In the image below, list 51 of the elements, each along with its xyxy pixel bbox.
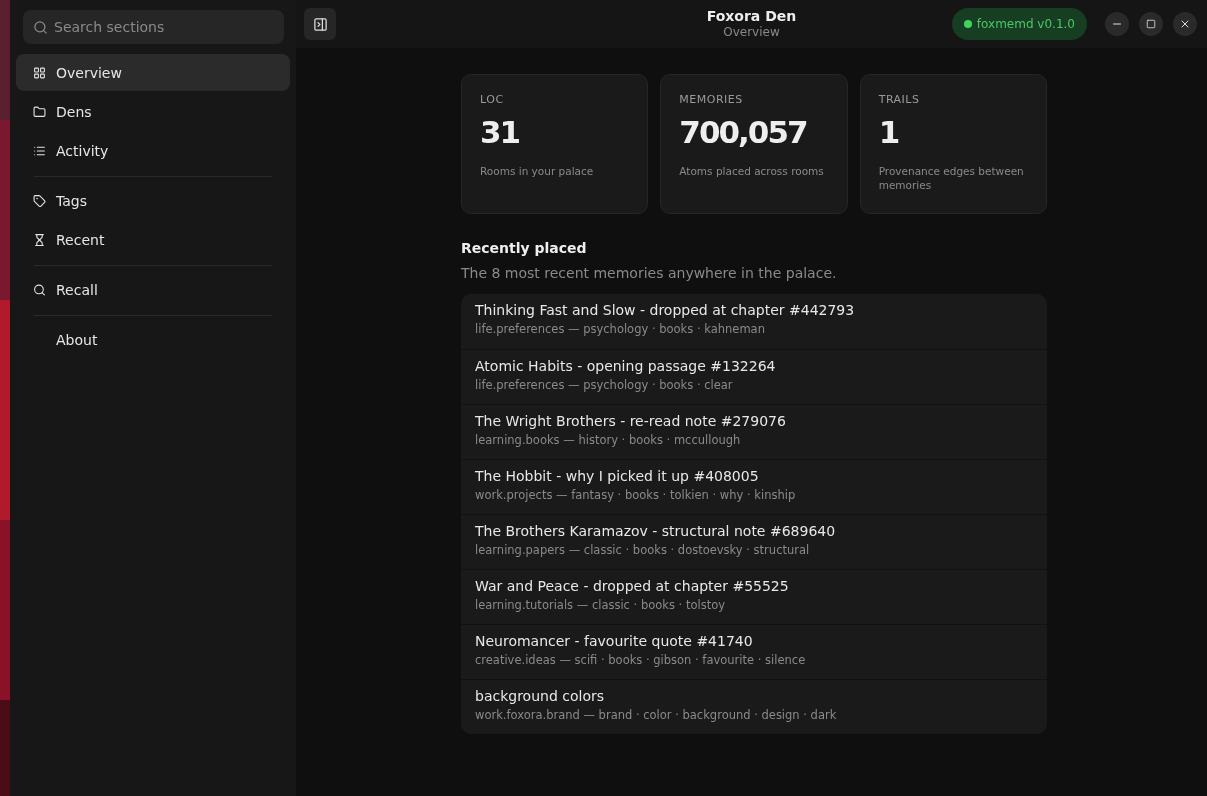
sidebar-item[interactable]: Tags — [16, 182, 290, 219]
grid-icon — [33, 65, 46, 80]
memory-title[interactable]: Thinking Fast and Slow - dropped at chapter #442793 — [475, 302, 855, 318]
sidebar-item[interactable]: Overview — [16, 54, 290, 91]
memory-title[interactable]: Atomic Habits - opening passage #132264 — [475, 358, 776, 374]
sidebar-toggle-button[interactable] — [304, 8, 336, 40]
stat-caption: Rooms in your palace — [480, 164, 595, 178]
sidebar-item[interactable]: About — [16, 321, 290, 358]
memory-meta: learning.papers — classic · books · dostoevsky · structural — [475, 543, 810, 557]
stat-value: 31 — [480, 114, 521, 150]
stat-label: TRAILS — [878, 93, 921, 106]
memory-meta: learning.books — history · books · mccullough — [475, 433, 741, 447]
memory-title[interactable]: Neuromancer - favourite quote #41740 — [475, 633, 753, 649]
search-field[interactable]: Search sections — [23, 10, 284, 44]
search-icon — [33, 20, 48, 35]
memory-meta: life.preferences — psychology · books · clear — [475, 378, 733, 392]
sidebar-item[interactable]: Recent — [16, 221, 290, 258]
memory-title[interactable]: The Wright Brothers - re-read note #279076 — [475, 413, 786, 429]
hourglass-icon — [33, 232, 46, 247]
tag-icon — [33, 193, 46, 208]
status-badge: foxmemd v0.1.0 — [951, 8, 1087, 40]
memory-meta: work.projects — fantasy · books · tolkien · why · kinship — [475, 488, 796, 502]
stat-label: MEMORIES — [679, 93, 744, 106]
sidebar-item[interactable]: Recall — [16, 271, 290, 308]
square-icon — [1146, 19, 1156, 29]
panel-icon — [312, 16, 328, 32]
sidebar-item[interactable]: Activity — [16, 132, 290, 169]
stat-caption: Provenance edges between memories — [878, 164, 1025, 192]
memory-title[interactable]: The Brothers Karamazov - structural note #689640 — [475, 523, 836, 539]
stat-caption: Atoms placed across rooms — [679, 164, 825, 178]
memory-title[interactable]: War and Peace - dropped at chapter #55525 — [475, 578, 789, 594]
maximize-button[interactable] — [1139, 12, 1163, 36]
memory-meta: creative.ideas — scifi · books · gibson · favourite · silence — [475, 653, 806, 667]
memory-title[interactable]: The Hobbit - why I picked it up #408005 — [475, 468, 759, 484]
sidebar-item[interactable]: Dens — [16, 93, 290, 130]
stat-value: 1 — [878, 114, 900, 150]
close-button[interactable] — [1173, 12, 1197, 36]
stat-value: 700,057 — [679, 114, 808, 150]
memory-meta: work.foxora.brand — brand · color · background · design · dark — [475, 708, 837, 722]
stat-label: LOC — [480, 93, 505, 106]
minimize-button[interactable] — [1105, 12, 1129, 36]
folder-icon — [33, 104, 46, 119]
section-title: Recently placed — [461, 240, 588, 256]
section-subtitle: The 8 most recent memories anywhere in the palace. — [461, 265, 838, 281]
memory-title[interactable]: background colors — [475, 688, 605, 704]
search-icon — [33, 282, 46, 297]
window-subtitle: Overview — [723, 25, 780, 39]
memory-meta: life.preferences — psychology · books · kahneman — [475, 322, 765, 336]
memory-meta: learning.tutorials — classic · books · tolstoy — [475, 598, 725, 612]
close-icon — [1179, 18, 1191, 30]
window-title: Foxora Den — [706, 8, 797, 24]
